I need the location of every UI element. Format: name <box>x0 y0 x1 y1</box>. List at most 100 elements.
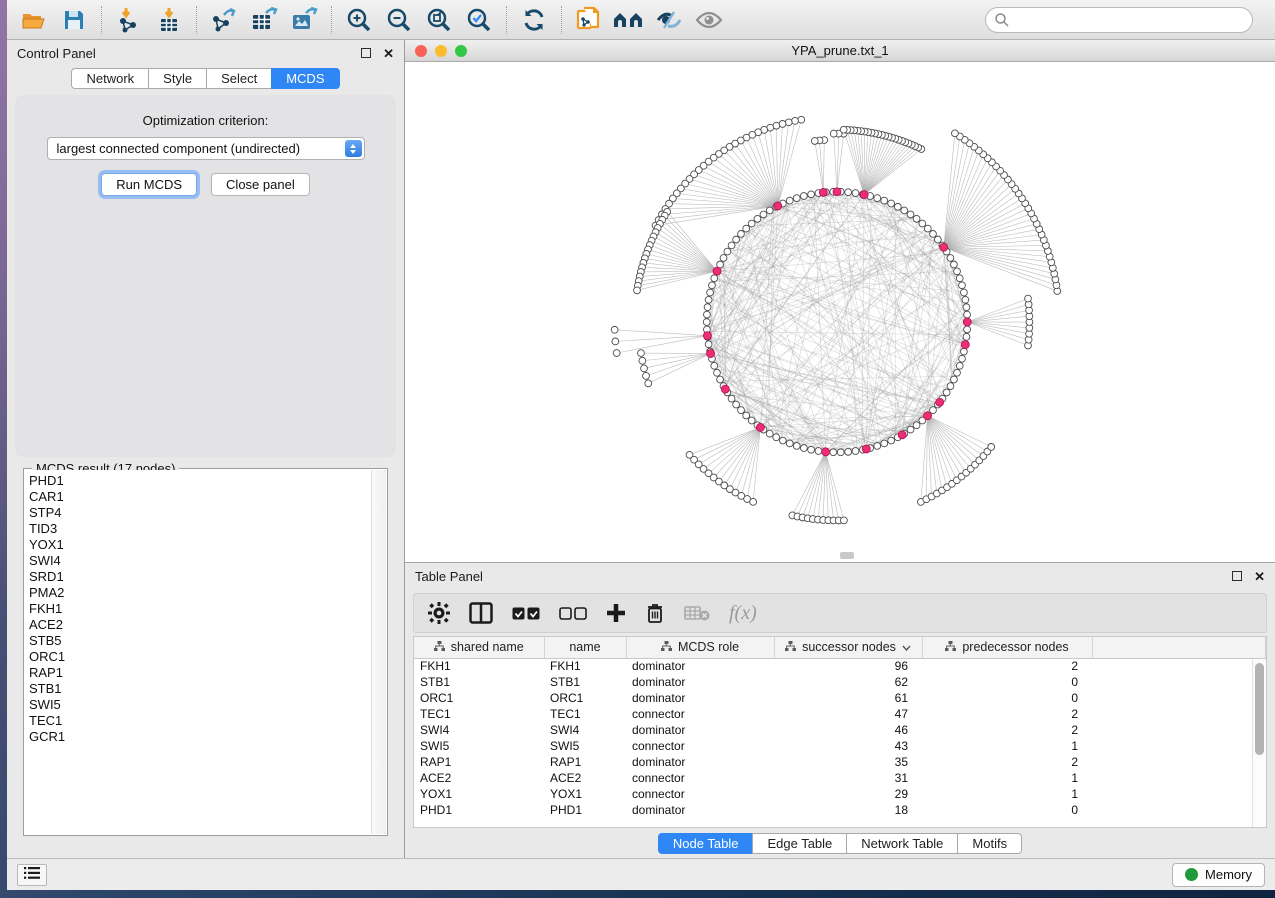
result-node-item[interactable]: CAR1 <box>29 489 371 505</box>
tab-mcds[interactable]: MCDS <box>271 68 339 89</box>
table-cell: SWI5 <box>544 738 626 754</box>
export-image-button[interactable] <box>287 4 321 36</box>
search-icon <box>994 12 1010 31</box>
result-node-item[interactable]: TID3 <box>29 521 371 537</box>
zoom-fit-button[interactable] <box>422 4 456 36</box>
table-cell-filler <box>1092 658 1266 674</box>
function-builder-icon[interactable]: f(x) <box>729 600 757 626</box>
column-header-successor-nodes[interactable]: successor nodes <box>774 637 922 658</box>
criterion-dropdown[interactable]: largest connected component (undirected) <box>47 137 365 160</box>
hide-details-icon <box>655 9 683 31</box>
result-node-item[interactable]: SRD1 <box>29 569 371 585</box>
zoom-out-button[interactable] <box>382 4 416 36</box>
run-mcds-button[interactable]: Run MCDS <box>101 173 197 196</box>
memory-button[interactable]: Memory <box>1172 863 1265 887</box>
table-row[interactable]: YOX1YOX1connector291 <box>414 786 1266 802</box>
table-cell: SWI4 <box>544 722 626 738</box>
result-node-item[interactable]: SWI4 <box>29 553 371 569</box>
float-panel-icon[interactable] <box>1232 571 1242 581</box>
network-graph[interactable] <box>405 62 1275 562</box>
tab-select[interactable]: Select <box>206 68 272 89</box>
table-row[interactable]: SWI5SWI5connector431 <box>414 738 1266 754</box>
result-node-item[interactable]: PMA2 <box>29 585 371 601</box>
network-hscroll-thumb[interactable] <box>840 552 854 559</box>
result-node-item[interactable]: RAP1 <box>29 665 371 681</box>
mcds-result-list[interactable]: PHD1CAR1STP4TID3YOX1SWI4SRD1PMA2FKH1ACE2… <box>25 470 371 834</box>
column-header-MCDS-role[interactable]: MCDS role <box>626 637 774 658</box>
tab-motifs[interactable]: Motifs <box>957 833 1022 854</box>
table-row[interactable]: TEC1TEC1connector472 <box>414 706 1266 722</box>
table-cell: 31 <box>774 770 922 786</box>
delete-icon[interactable] <box>645 600 665 626</box>
refresh-icon <box>521 8 547 32</box>
select-all-icon[interactable] <box>512 600 540 626</box>
result-node-item[interactable]: YOX1 <box>29 537 371 553</box>
add-column-icon[interactable] <box>606 600 626 626</box>
float-panel-icon[interactable] <box>361 48 371 58</box>
clone-network-button[interactable] <box>572 4 606 36</box>
task-history-button[interactable] <box>17 864 47 886</box>
zoom-selected-button[interactable] <box>462 4 496 36</box>
result-node-item[interactable]: STP4 <box>29 505 371 521</box>
export-network-button[interactable] <box>207 4 241 36</box>
refresh-button[interactable] <box>517 4 551 36</box>
export-table-button[interactable] <box>247 4 281 36</box>
tab-node-table[interactable]: Node Table <box>658 833 754 854</box>
table-row[interactable]: STB1STB1dominator620 <box>414 674 1266 690</box>
table-cell: dominator <box>626 658 774 674</box>
result-node-item[interactable]: STB1 <box>29 681 371 697</box>
result-node-item[interactable]: TEC1 <box>29 713 371 729</box>
result-list-scrollbar[interactable] <box>371 470 386 834</box>
table-row[interactable]: ORC1ORC1dominator610 <box>414 690 1266 706</box>
result-node-item[interactable]: ACE2 <box>29 617 371 633</box>
close-panel-icon[interactable]: ✕ <box>1254 570 1265 583</box>
split-columns-icon[interactable] <box>469 600 493 626</box>
result-node-item[interactable]: ORC1 <box>29 649 371 665</box>
birdseye-view-button[interactable] <box>612 4 646 36</box>
zoom-fit-icon <box>426 7 452 33</box>
table-scrollbar-thumb[interactable] <box>1255 663 1264 755</box>
column-label: successor nodes <box>802 640 896 654</box>
result-node-item[interactable]: FKH1 <box>29 601 371 617</box>
tab-edge-table[interactable]: Edge Table <box>752 833 847 854</box>
gear-icon[interactable] <box>428 600 450 626</box>
table-panel-header: Table Panel ✕ <box>405 563 1275 589</box>
column-header-predecessor-nodes[interactable]: predecessor nodes <box>922 637 1092 658</box>
tab-network[interactable]: Network <box>71 68 149 89</box>
result-node-item[interactable]: GCR1 <box>29 729 371 745</box>
column-header-filler <box>1092 637 1266 658</box>
column-header-name[interactable]: name <box>544 637 626 658</box>
table-row[interactable]: SWI4SWI4dominator462 <box>414 722 1266 738</box>
table-toolbar: f(x) <box>413 593 1267 633</box>
import-table-button[interactable] <box>152 4 186 36</box>
control-panel-header: Control Panel ✕ <box>7 40 404 66</box>
result-node-item[interactable]: SWI5 <box>29 697 371 713</box>
table-row[interactable]: PHD1PHD1dominator180 <box>414 802 1266 818</box>
table-row[interactable]: FKH1FKH1dominator962 <box>414 658 1266 674</box>
hide-details-button[interactable] <box>652 4 686 36</box>
table-cell: ORC1 <box>414 690 544 706</box>
delete-table-icon[interactable] <box>684 600 710 626</box>
search-input[interactable] <box>985 7 1253 33</box>
open-file-button[interactable] <box>17 4 51 36</box>
close-panel-icon[interactable]: ✕ <box>383 47 394 60</box>
zoom-in-button[interactable] <box>342 4 376 36</box>
close-panel-button[interactable]: Close panel <box>211 173 310 196</box>
table-cell-filler <box>1092 754 1266 770</box>
tab-network-table[interactable]: Network Table <box>846 833 958 854</box>
table-row[interactable]: RAP1RAP1dominator352 <box>414 754 1266 770</box>
show-details-button[interactable] <box>692 4 726 36</box>
tab-style[interactable]: Style <box>148 68 207 89</box>
import-network-button[interactable] <box>112 4 146 36</box>
save-button[interactable] <box>57 4 91 36</box>
column-header-shared-name[interactable]: shared name <box>414 637 544 658</box>
table-scrollbar[interactable] <box>1252 659 1266 827</box>
result-node-item[interactable]: STB5 <box>29 633 371 649</box>
result-node-item[interactable]: PHD1 <box>29 473 371 489</box>
network-view[interactable] <box>405 62 1275 562</box>
table-cell: FKH1 <box>414 658 544 674</box>
deselect-all-icon[interactable] <box>559 600 587 626</box>
table-row[interactable]: ACE2ACE2connector311 <box>414 770 1266 786</box>
table-cell: ACE2 <box>414 770 544 786</box>
table-cell: 1 <box>922 786 1092 802</box>
